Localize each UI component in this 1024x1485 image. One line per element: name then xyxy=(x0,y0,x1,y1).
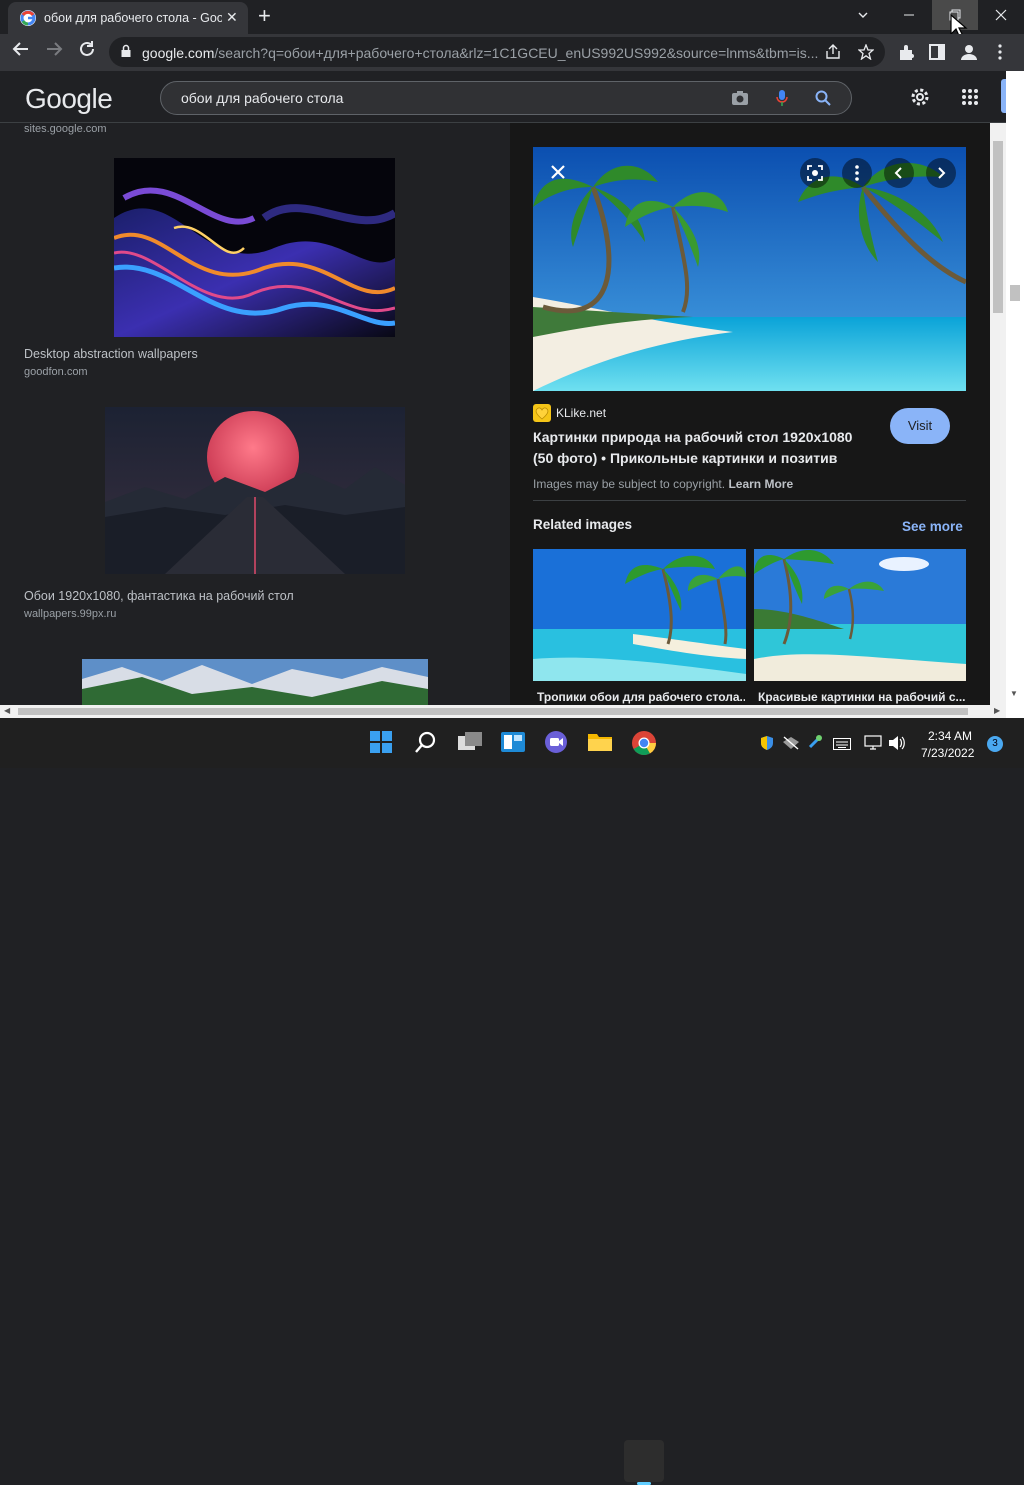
preview-title[interactable]: Картинки природа на рабочий стол 1920x10… xyxy=(533,427,873,469)
scrollbar-thumb[interactable] xyxy=(18,708,968,715)
scroll-left-icon[interactable]: ◀ xyxy=(4,706,10,715)
divider xyxy=(533,500,966,501)
related-images-heading: Related images xyxy=(533,517,633,532)
address-bar[interactable]: google.com/search?q=обои+для+рабочего+ст… xyxy=(109,37,885,67)
scrollbar-thumb[interactable] xyxy=(1010,285,1020,301)
taskbar-search-icon[interactable] xyxy=(414,730,440,756)
browser-tab[interactable]: обои для рабочего стола - Goo ✕ xyxy=(8,2,248,34)
related-image-caption[interactable]: Красивые картинки на рабочий с... xyxy=(758,690,966,704)
previous-image-icon[interactable] xyxy=(884,158,914,188)
page-scrollbar[interactable]: ▼ xyxy=(1006,71,1024,718)
url-host: google.com xyxy=(142,45,215,61)
url-text[interactable]: google.com/search?q=обои+для+рабочего+ст… xyxy=(142,45,822,61)
google-header: Google обои для рабочего стола xyxy=(0,71,1006,123)
security-shield-icon[interactable] xyxy=(759,735,775,756)
result-image[interactable] xyxy=(105,407,405,574)
back-button[interactable] xyxy=(12,40,30,64)
teams-chat-icon[interactable] xyxy=(543,730,569,756)
chrome-icon[interactable] xyxy=(631,730,657,756)
image-results: sites.google.com Desktop abstraction wal… xyxy=(0,123,510,705)
bluetooth-app-icon[interactable] xyxy=(807,734,823,755)
side-panel-icon[interactable] xyxy=(929,44,945,65)
start-menu-icon[interactable] xyxy=(369,730,395,756)
tab-strip: обои для рабочего стола - Goo ✕ + xyxy=(0,0,1024,39)
voice-search-icon[interactable] xyxy=(775,89,789,112)
result-source[interactable]: wallpapers.99px.ru xyxy=(24,608,116,620)
google-apps-icon[interactable] xyxy=(961,88,979,111)
browser-toolbar: google.com/search?q=обои+для+рабочего+ст… xyxy=(0,34,1024,71)
search-input[interactable]: обои для рабочего стола xyxy=(160,81,852,115)
lock-icon[interactable] xyxy=(121,44,131,58)
clock-date[interactable]: 7/23/2022 xyxy=(921,746,974,760)
scroll-down-icon[interactable]: ▼ xyxy=(1010,689,1018,698)
close-window-button[interactable] xyxy=(978,0,1024,30)
keyboard-icon[interactable] xyxy=(833,737,851,755)
scroll-right-icon[interactable]: ▶ xyxy=(994,706,1000,715)
windows-taskbar: 2:34 AM 7/23/2022 3 xyxy=(0,718,1024,1485)
related-image-caption[interactable]: Тропики обои для рабочего стола... xyxy=(537,690,745,704)
chrome-taskbar-highlight xyxy=(624,1440,664,1482)
network-disconnected-icon[interactable] xyxy=(782,736,800,755)
task-view-icon[interactable] xyxy=(457,730,483,756)
file-explorer-icon[interactable] xyxy=(587,730,613,756)
extensions-puzzle-icon[interactable] xyxy=(898,44,915,66)
google-favicon-icon xyxy=(20,10,36,26)
volume-icon[interactable] xyxy=(888,735,906,756)
result-title[interactable]: Desktop abstraction wallpapers xyxy=(24,347,198,361)
tab-close-icon[interactable]: ✕ xyxy=(226,9,238,26)
display-icon[interactable] xyxy=(864,735,882,756)
next-image-icon[interactable] xyxy=(926,158,956,188)
result-title[interactable]: Обои 1920x1080, фантастика на рабочий ст… xyxy=(24,589,294,603)
clock-time[interactable]: 2:34 AM xyxy=(928,729,972,743)
new-tab-button[interactable]: + xyxy=(258,3,271,29)
tab-title: обои для рабочего стола - Goo xyxy=(44,11,222,25)
copyright-notice: Images may be subject to copyright. Lear… xyxy=(533,477,793,491)
tab-search-icon[interactable] xyxy=(840,0,886,30)
result-source[interactable]: sites.google.com xyxy=(24,123,107,135)
site-favicon-icon xyxy=(533,404,551,422)
notification-badge[interactable]: 3 xyxy=(987,736,1003,752)
search-icon[interactable] xyxy=(815,90,831,111)
see-more-link[interactable]: See more xyxy=(902,519,963,534)
copyright-text: Images may be subject to copyright. xyxy=(533,477,726,491)
related-image[interactable] xyxy=(533,549,746,681)
browser-menu-icon[interactable] xyxy=(997,44,1003,65)
search-query: обои для рабочего стола xyxy=(181,90,344,106)
horizontal-scrollbar[interactable]: ◀ ▶ xyxy=(0,705,1006,718)
profile-avatar[interactable] xyxy=(960,43,978,61)
google-logo[interactable]: Google xyxy=(25,83,113,115)
visit-button[interactable]: Visit xyxy=(890,408,950,444)
lens-search-icon[interactable] xyxy=(800,158,830,188)
scrollbar-thumb[interactable] xyxy=(993,141,1003,313)
result-source[interactable]: goodfon.com xyxy=(24,366,88,378)
camera-search-icon[interactable] xyxy=(731,90,749,111)
share-icon[interactable] xyxy=(825,44,841,65)
result-image[interactable] xyxy=(82,659,428,705)
related-image[interactable] xyxy=(754,549,966,681)
url-path: /search?q=обои+для+рабочего+стола&rlz=1C… xyxy=(214,45,819,61)
more-options-icon[interactable] xyxy=(842,158,872,188)
bookmark-star-icon[interactable] xyxy=(857,43,875,65)
forward-button[interactable] xyxy=(45,40,63,64)
preview-site-name[interactable]: KLike.net xyxy=(556,406,606,420)
preview-panel: KLike.net Картинки природа на рабочий ст… xyxy=(510,123,990,705)
result-image[interactable] xyxy=(113,158,398,337)
settings-gear-icon[interactable] xyxy=(909,86,931,113)
learn-more-link[interactable]: Learn More xyxy=(728,477,793,491)
close-preview-icon[interactable] xyxy=(547,161,569,183)
minimize-button[interactable] xyxy=(886,0,932,30)
vertical-scrollbar[interactable] xyxy=(990,123,1006,705)
reload-button[interactable] xyxy=(78,40,96,64)
widgets-icon[interactable] xyxy=(500,730,526,756)
